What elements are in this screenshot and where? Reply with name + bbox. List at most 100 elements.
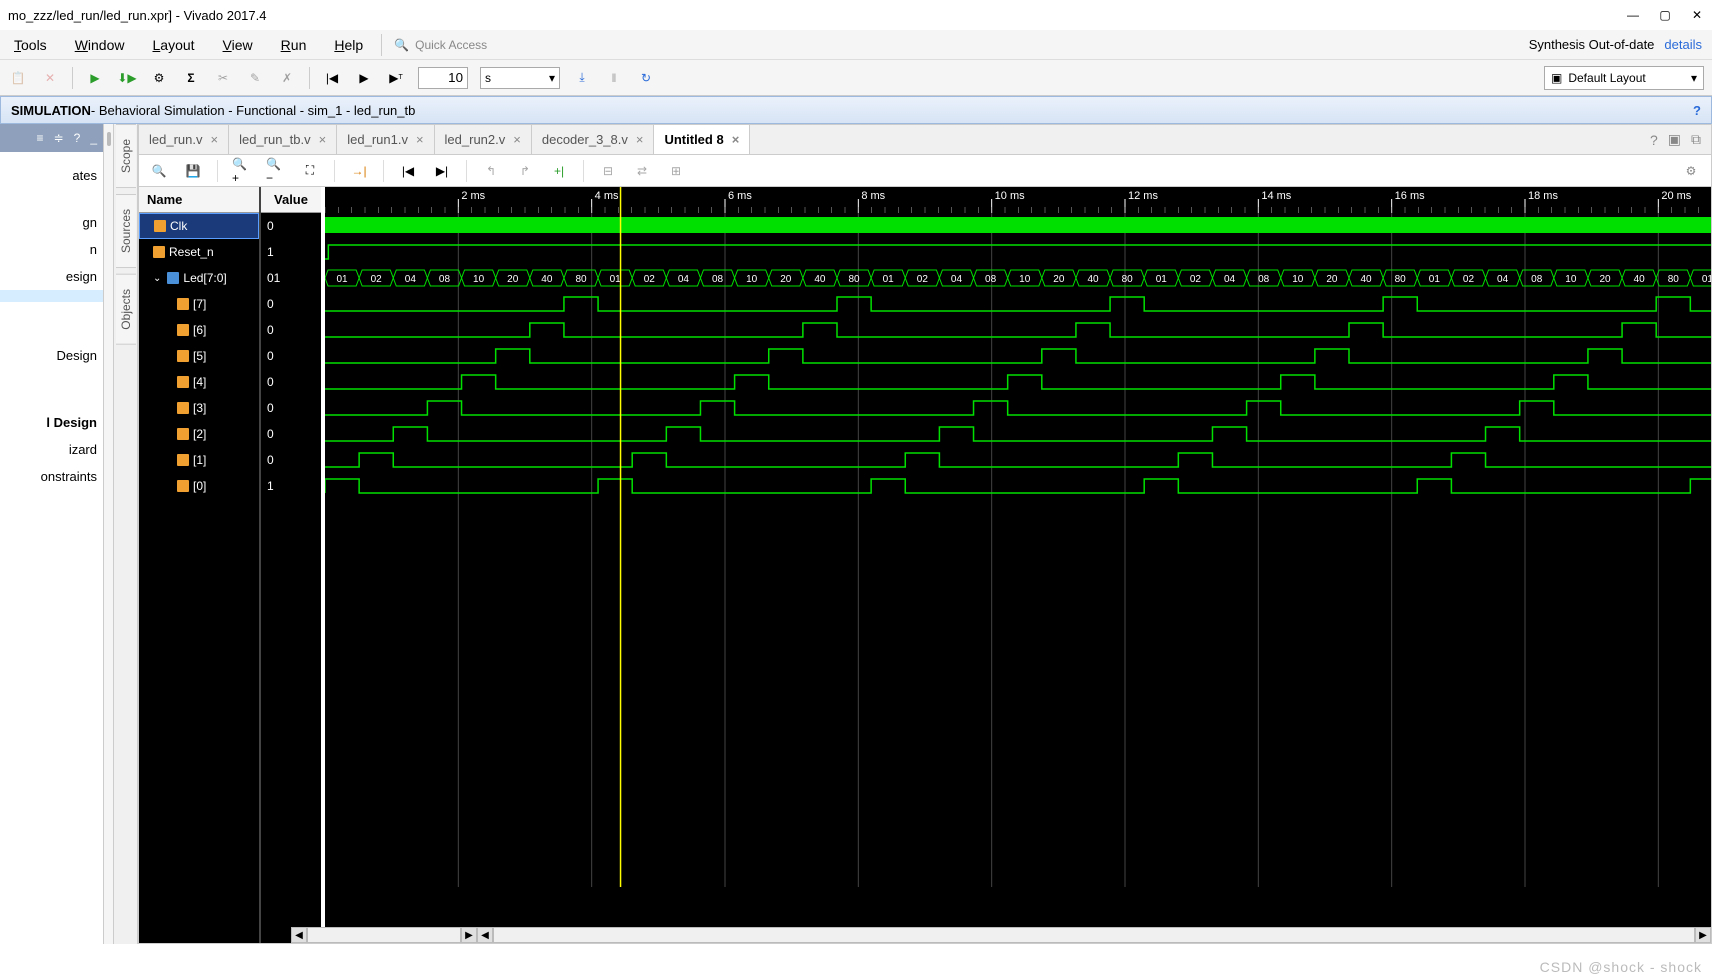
menu-window[interactable]: Window bbox=[61, 37, 139, 53]
search-icon[interactable]: 🔍 bbox=[149, 161, 169, 181]
chevron-down-icon[interactable]: ⌄ bbox=[153, 273, 161, 284]
run-for-icon[interactable]: ▶T bbox=[386, 68, 406, 88]
vtab-objects[interactable]: Objects bbox=[116, 274, 136, 345]
settings-icon[interactable]: ⚙ bbox=[149, 68, 169, 88]
help-icon[interactable]: ? bbox=[1693, 103, 1701, 118]
signal-row[interactable]: Clk bbox=[139, 213, 259, 239]
menu-help[interactable]: Help bbox=[320, 37, 377, 53]
menu-bar: ToolsWindowLayoutViewRunHelp 🔍 Quick Acc… bbox=[0, 30, 1712, 60]
expand-icon[interactable]: ≑ bbox=[54, 131, 64, 145]
relaunch-icon[interactable]: ↻ bbox=[636, 68, 656, 88]
restore-panel-icon[interactable]: ⧉ bbox=[1691, 131, 1701, 148]
copy-icon: 📋 bbox=[8, 68, 28, 88]
collapse-icon[interactable]: ≡ bbox=[37, 131, 44, 145]
flow-nav-item[interactable]: n bbox=[0, 236, 103, 263]
signal-row[interactable]: [3] bbox=[139, 395, 259, 421]
gear-icon[interactable]: ⚙ bbox=[1681, 161, 1701, 181]
flow-nav-item[interactable]: ates bbox=[0, 162, 103, 189]
signal-icon bbox=[154, 220, 166, 232]
splitter-handle[interactable] bbox=[104, 124, 114, 944]
file-tab[interactable]: led_run1.v× bbox=[337, 125, 434, 154]
run-icon[interactable]: ▶ bbox=[85, 68, 105, 88]
scroll-track[interactable] bbox=[307, 927, 461, 943]
scroll-left-icon[interactable]: ◀ bbox=[477, 927, 493, 943]
step-icon[interactable]: ⤓ bbox=[572, 68, 592, 88]
svg-text:01: 01 bbox=[610, 274, 622, 285]
chevron-down-icon: ▾ bbox=[1691, 71, 1697, 85]
signal-row[interactable]: Reset_n bbox=[139, 239, 259, 265]
close-tab-icon[interactable]: × bbox=[513, 132, 521, 147]
signal-name: Led[7:0] bbox=[183, 271, 226, 285]
scroll-track[interactable] bbox=[493, 927, 1695, 943]
signal-value: 0 bbox=[261, 343, 321, 369]
close-tab-icon[interactable]: × bbox=[636, 132, 644, 147]
flow-nav-item[interactable] bbox=[0, 290, 103, 302]
flow-nav-item[interactable]: onstraints bbox=[0, 463, 103, 490]
close-tab-icon[interactable]: × bbox=[416, 132, 424, 147]
quick-access-search[interactable]: 🔍 Quick Access bbox=[386, 38, 666, 52]
goto-cursor-icon[interactable]: →| bbox=[349, 161, 369, 181]
time-unit-select[interactable]: s ▾ bbox=[480, 67, 560, 89]
minimize-icon[interactable]: — bbox=[1626, 8, 1640, 22]
file-tab[interactable]: led_run2.v× bbox=[435, 125, 532, 154]
signal-row[interactable]: [5] bbox=[139, 343, 259, 369]
minimize-icon[interactable]: _ bbox=[90, 131, 97, 145]
signal-row[interactable]: [0] bbox=[139, 473, 259, 499]
menu-view[interactable]: View bbox=[209, 37, 267, 53]
flow-nav-item[interactable]: Design bbox=[0, 342, 103, 369]
svg-text:4 ms: 4 ms bbox=[595, 190, 619, 202]
vtab-sources[interactable]: Sources bbox=[116, 194, 136, 268]
vtab-scope[interactable]: Scope bbox=[116, 124, 136, 188]
menu-layout[interactable]: Layout bbox=[139, 37, 209, 53]
file-tab[interactable]: led_run.v × bbox=[139, 125, 229, 154]
signal-row[interactable]: [7] bbox=[139, 291, 259, 317]
flow-nav-item[interactable]: izard bbox=[0, 436, 103, 463]
file-tab[interactable]: decoder_3_8.v× bbox=[532, 125, 655, 154]
help-icon[interactable]: ? bbox=[1650, 132, 1658, 148]
scroll-right-icon[interactable]: ▶ bbox=[461, 927, 477, 943]
layout-select[interactable]: ▣ Default Layout ▾ bbox=[1544, 66, 1704, 90]
next-transition-icon[interactable]: ▶| bbox=[432, 161, 452, 181]
signal-row[interactable]: [6] bbox=[139, 317, 259, 343]
zoom-in-icon[interactable]: 🔍+ bbox=[232, 161, 252, 181]
sigma-icon[interactable]: Σ bbox=[181, 68, 201, 88]
help-icon[interactable]: ? bbox=[74, 131, 81, 145]
signal-row[interactable]: [2] bbox=[139, 421, 259, 447]
maximize-panel-icon[interactable]: ▣ bbox=[1668, 131, 1681, 148]
menu-tools[interactable]: Tools bbox=[0, 37, 61, 53]
side-vertical-tabs: Scope Sources Objects bbox=[114, 124, 138, 944]
close-tab-icon[interactable]: × bbox=[319, 132, 327, 147]
waveform-panel: led_run.v×led_run_tb.v×led_run1.v×led_ru… bbox=[138, 124, 1712, 944]
file-tab-label: led_run.v bbox=[149, 132, 202, 147]
synth-icon[interactable]: ⬇▶ bbox=[117, 68, 137, 88]
zoom-out-icon[interactable]: 🔍− bbox=[266, 161, 286, 181]
play-icon[interactable]: ▶ bbox=[354, 68, 374, 88]
add-marker-icon[interactable]: +| bbox=[549, 161, 569, 181]
flow-nav-item[interactable]: esign bbox=[0, 263, 103, 290]
flow-nav-item[interactable]: gn bbox=[0, 209, 103, 236]
flow-nav-item[interactable]: l Design bbox=[0, 409, 103, 436]
maximize-icon[interactable]: ▢ bbox=[1658, 8, 1672, 22]
svg-text:02: 02 bbox=[1463, 274, 1475, 285]
zoom-fit-icon[interactable]: ⛶ bbox=[300, 161, 320, 181]
time-value-input[interactable] bbox=[418, 67, 468, 89]
prev-transition-icon[interactable]: |◀ bbox=[398, 161, 418, 181]
menu-run[interactable]: Run bbox=[267, 37, 321, 53]
waveform-area[interactable]: 4.433098456 ms 2 ms4 ms6 ms8 ms10 ms12 m… bbox=[325, 187, 1711, 943]
file-tab[interactable]: Untitled 8× bbox=[654, 125, 750, 154]
scroll-left-icon[interactable]: ◀ bbox=[291, 927, 307, 943]
signal-row[interactable]: ⌄ Led[7:0] bbox=[139, 265, 259, 291]
close-tab-icon[interactable]: × bbox=[732, 132, 740, 147]
scroll-right-icon[interactable]: ▶ bbox=[1695, 927, 1711, 943]
close-tab-icon[interactable]: × bbox=[210, 132, 218, 147]
restart-icon[interactable]: |◀ bbox=[322, 68, 342, 88]
signal-name-column: Name ClkReset_n⌄Led[7:0][7][6][5][4][3][… bbox=[139, 187, 261, 943]
signal-row[interactable]: [1] bbox=[139, 447, 259, 473]
file-tab[interactable]: led_run_tb.v× bbox=[229, 125, 337, 154]
name-hscroll[interactable]: ◀ ▶ bbox=[291, 927, 477, 943]
close-icon[interactable]: ✕ bbox=[1690, 8, 1704, 22]
signal-row[interactable]: [4] bbox=[139, 369, 259, 395]
save-icon[interactable]: 💾 bbox=[183, 161, 203, 181]
wave-hscroll[interactable]: ◀ ▶ bbox=[477, 927, 1711, 943]
details-link[interactable]: details bbox=[1664, 37, 1702, 52]
